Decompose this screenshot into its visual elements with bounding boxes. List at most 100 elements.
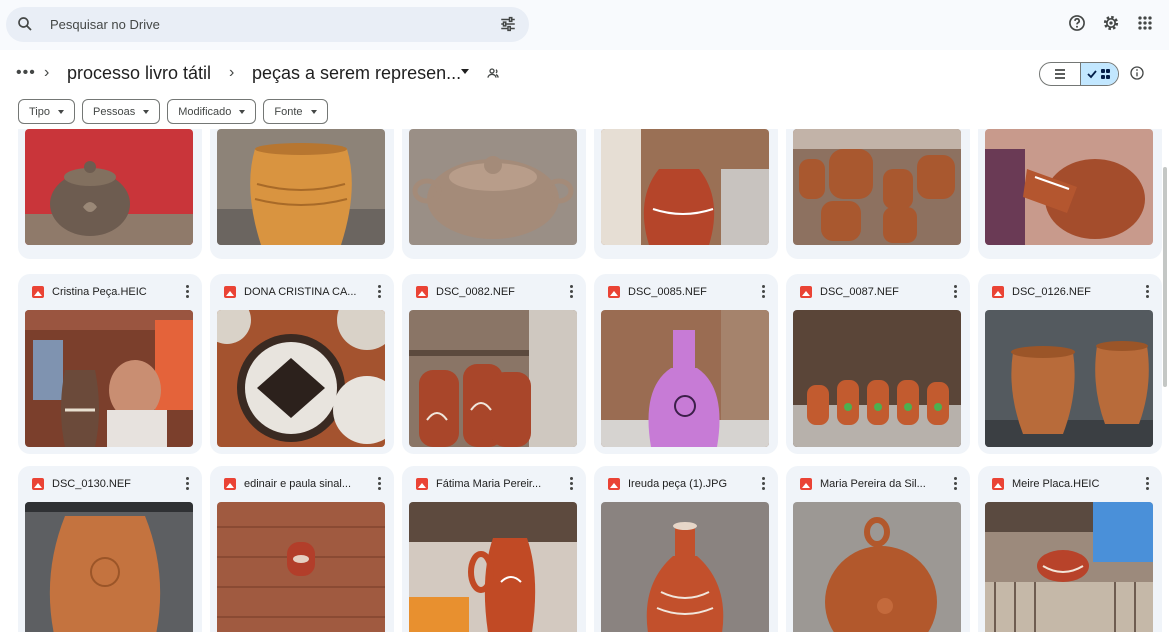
view-toggle: [1039, 62, 1119, 86]
image-file-icon: [32, 478, 44, 490]
file-card[interactable]: DSC_0087.NEF: [786, 274, 970, 454]
breadcrumb-more[interactable]: •••: [16, 64, 36, 82]
file-thumbnail: [409, 502, 577, 632]
file-card[interactable]: Meire Placa.HEIC: [978, 466, 1162, 632]
file-thumbnail: [793, 310, 961, 447]
image-file-icon: [224, 286, 236, 298]
file-thumbnail: [217, 129, 385, 245]
file-thumbnail: [25, 310, 193, 447]
chevron-down-icon: [143, 109, 150, 114]
chevron-right-icon: ›: [44, 64, 50, 81]
file-card[interactable]: [402, 129, 586, 259]
file-name: DONA CRISTINA CA...: [244, 286, 357, 298]
info-icon[interactable]: [1129, 65, 1145, 81]
chevron-down-icon: [239, 109, 246, 114]
more-vert-icon[interactable]: [1146, 285, 1150, 299]
filter-modified[interactable]: Modificado: [167, 99, 257, 124]
file-card[interactable]: DSC_0085.NEF: [594, 274, 778, 454]
chevron-down-icon: [310, 109, 317, 114]
file-card[interactable]: [786, 129, 970, 259]
file-name: Cristina Peça.HEIC: [52, 286, 147, 298]
file-thumbnail: [601, 129, 769, 245]
file-thumbnail: [25, 502, 193, 632]
file-card[interactable]: DSC_0126.NEF: [978, 274, 1162, 454]
chevron-down-icon[interactable]: [461, 69, 469, 74]
file-thumbnail: [985, 502, 1153, 632]
help-icon[interactable]: [1067, 13, 1087, 33]
image-file-icon: [608, 286, 620, 298]
grid-view-icon: [1087, 69, 1110, 79]
file-name: Maria Pereira da Sil...: [820, 478, 926, 490]
filter-type[interactable]: Tipo: [18, 99, 75, 124]
search-input[interactable]: Pesquisar no Drive: [50, 17, 160, 32]
file-name: DSC_0085.NEF: [628, 286, 707, 298]
file-card[interactable]: DONA CRISTINA CA...: [210, 274, 394, 454]
file-thumbnail: [217, 502, 385, 632]
image-file-icon: [992, 478, 1004, 490]
filter-people[interactable]: Pessoas: [82, 99, 161, 124]
more-vert-icon[interactable]: [186, 285, 190, 299]
shared-folder-icon: [487, 68, 499, 78]
current-folder[interactable]: peças a serem represen...: [252, 63, 461, 84]
file-grid: Cristina Peça.HEIC DONA CRISTINA CA... D…: [0, 129, 1169, 632]
top-bar: Pesquisar no Drive: [0, 0, 1169, 50]
breadcrumb-item[interactable]: processo livro tátil: [67, 63, 211, 84]
file-card[interactable]: [594, 129, 778, 259]
file-name: Fátima Maria Pereir...: [436, 478, 542, 490]
image-file-icon: [224, 478, 236, 490]
gear-icon[interactable]: [1101, 13, 1121, 33]
grid-view-button[interactable]: [1080, 63, 1118, 85]
file-thumbnail: [793, 129, 961, 245]
file-thumbnail: [25, 129, 193, 245]
file-thumbnail: [217, 310, 385, 447]
tune-icon[interactable]: [499, 15, 517, 33]
file-card[interactable]: Fátima Maria Pereir...: [402, 466, 586, 632]
chevron-right-icon: ›: [229, 64, 235, 81]
breadcrumb: ••• › processo livro tátil › peças a ser…: [0, 50, 1169, 96]
file-thumbnail: [985, 310, 1153, 447]
image-file-icon: [992, 286, 1004, 298]
file-name: DSC_0126.NEF: [1012, 286, 1091, 298]
file-card[interactable]: [210, 129, 394, 259]
file-name: DSC_0082.NEF: [436, 286, 515, 298]
list-view-button[interactable]: [1040, 63, 1080, 85]
more-vert-icon[interactable]: [762, 285, 766, 299]
file-card[interactable]: [18, 129, 202, 259]
file-card[interactable]: DSC_0130.NEF: [18, 466, 202, 632]
image-file-icon: [800, 478, 812, 490]
file-card[interactable]: Cristina Peça.HEIC: [18, 274, 202, 454]
more-vert-icon[interactable]: [570, 477, 574, 491]
image-file-icon: [608, 478, 620, 490]
scrollbar[interactable]: [1163, 167, 1167, 387]
more-vert-icon[interactable]: [954, 477, 958, 491]
file-thumbnail: [601, 310, 769, 447]
search-icon[interactable]: [16, 15, 34, 33]
file-name: DSC_0087.NEF: [820, 286, 899, 298]
search-bar[interactable]: Pesquisar no Drive: [6, 7, 529, 42]
image-file-icon: [32, 286, 44, 298]
apps-grid-icon[interactable]: [1135, 13, 1155, 33]
file-thumbnail: [409, 310, 577, 447]
more-vert-icon[interactable]: [378, 477, 382, 491]
file-card[interactable]: edinair e paula sinal...: [210, 466, 394, 632]
file-name: Meire Placa.HEIC: [1012, 478, 1100, 490]
more-vert-icon[interactable]: [1146, 477, 1150, 491]
file-name: DSC_0130.NEF: [52, 478, 131, 490]
chevron-down-icon: [58, 109, 64, 114]
file-name: edinair e paula sinal...: [244, 478, 352, 490]
file-thumbnail: [793, 502, 961, 632]
more-vert-icon[interactable]: [954, 285, 958, 299]
file-card[interactable]: Ireuda peça (1).JPG: [594, 466, 778, 632]
file-card[interactable]: Maria Pereira da Sil...: [786, 466, 970, 632]
file-thumbnail: [601, 502, 769, 632]
file-card[interactable]: DSC_0082.NEF: [402, 274, 586, 454]
image-file-icon: [416, 286, 428, 298]
more-vert-icon[interactable]: [378, 285, 382, 299]
more-vert-icon[interactable]: [186, 477, 190, 491]
file-thumbnail: [409, 129, 577, 245]
file-card[interactable]: [978, 129, 1162, 259]
more-vert-icon[interactable]: [762, 477, 766, 491]
image-file-icon: [416, 478, 428, 490]
filter-source[interactable]: Fonte: [263, 99, 328, 124]
more-vert-icon[interactable]: [570, 285, 574, 299]
